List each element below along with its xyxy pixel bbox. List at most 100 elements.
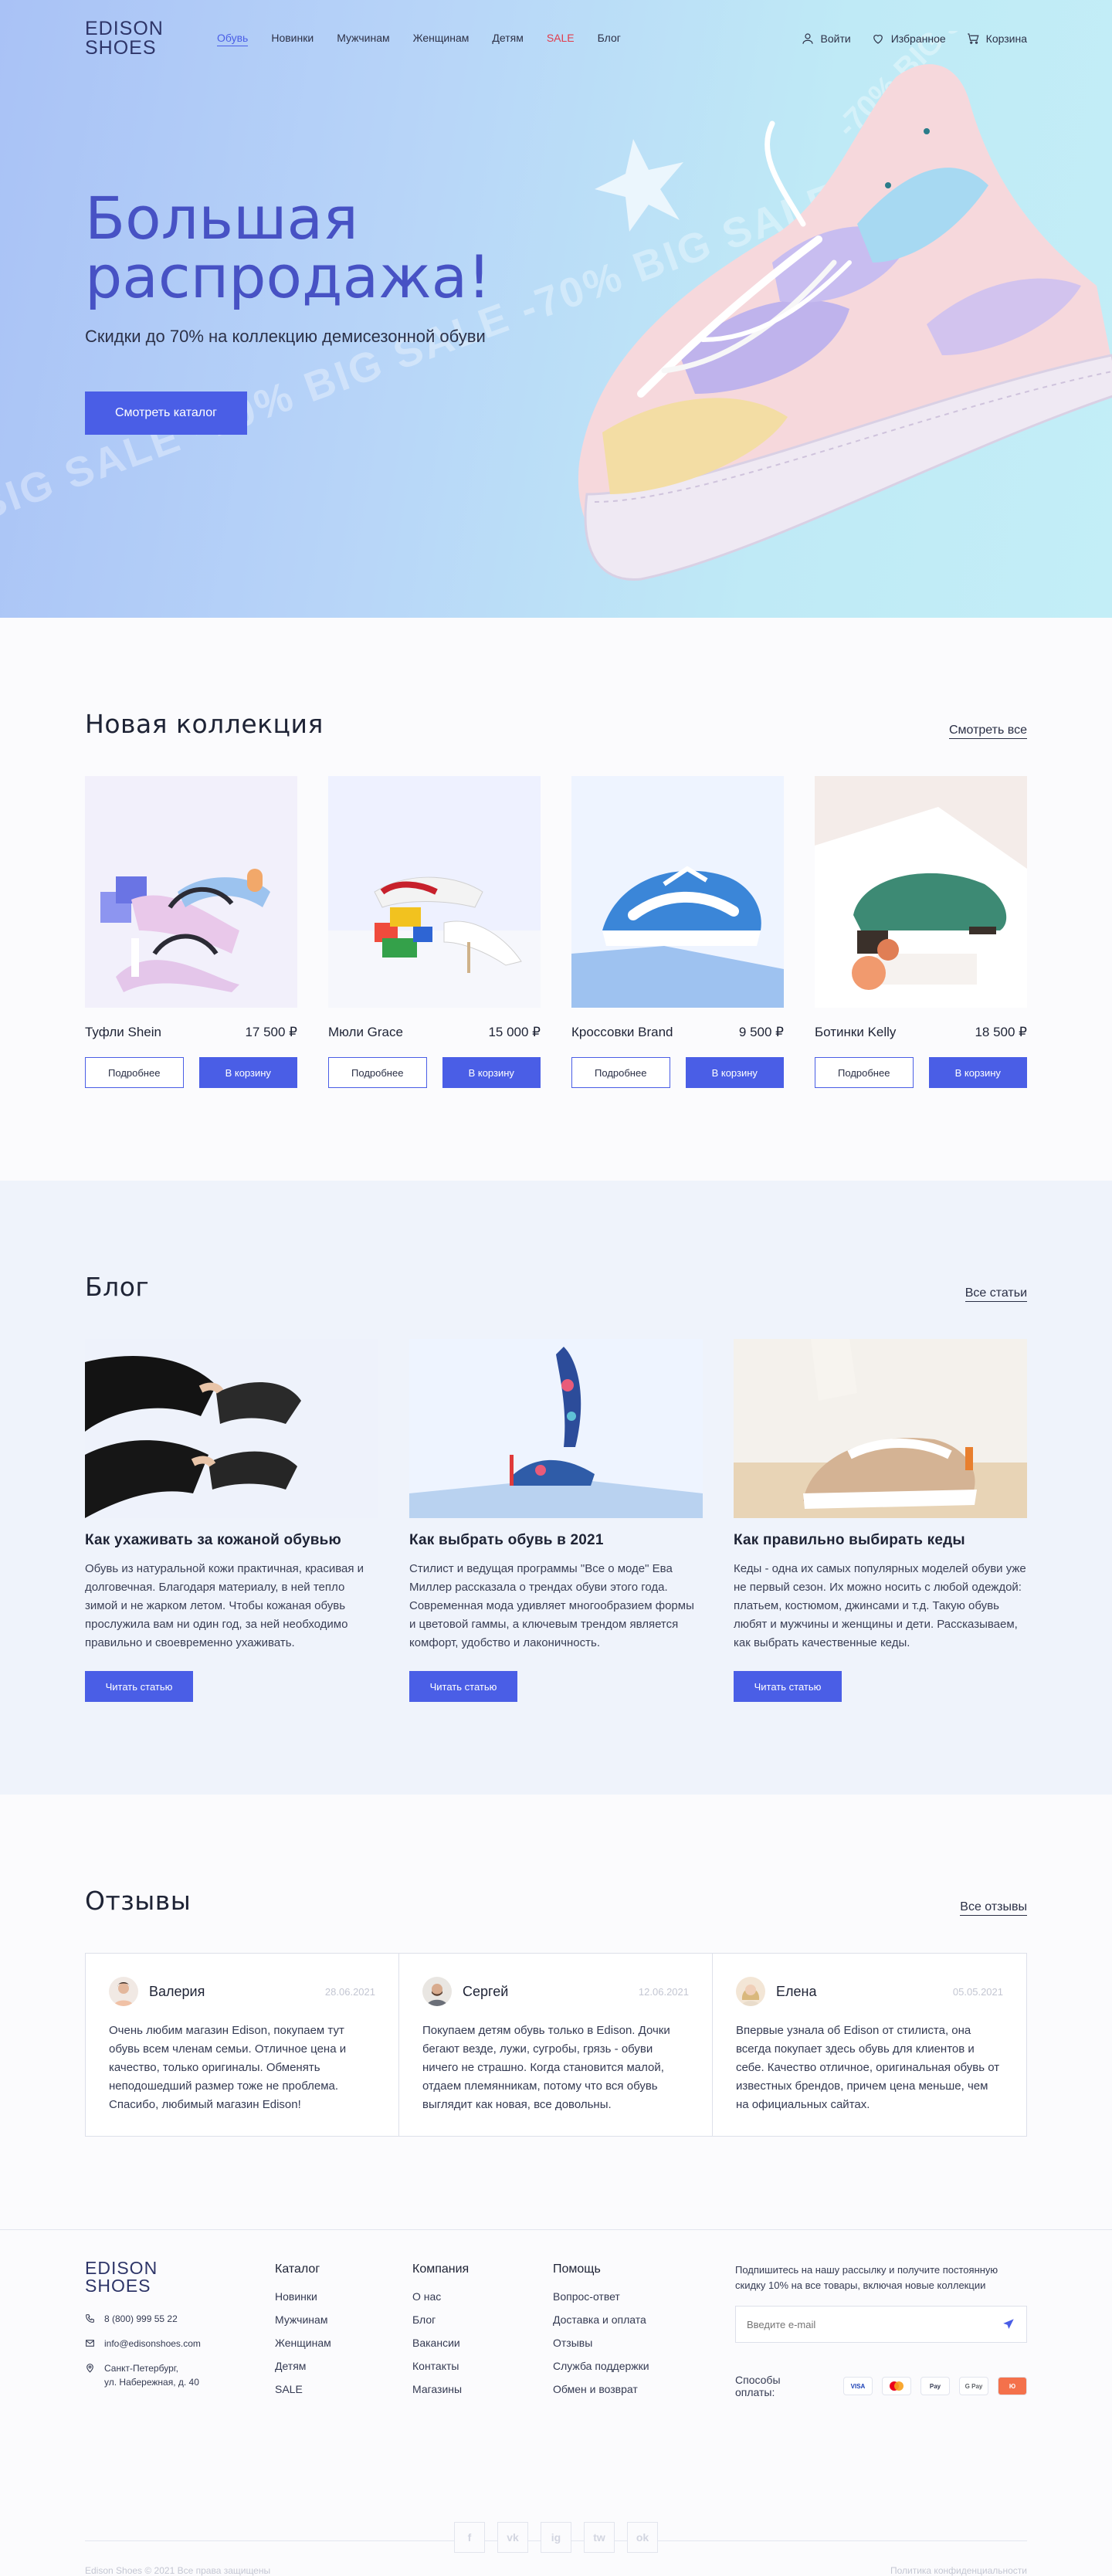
cart-label: Корзина <box>985 32 1027 45</box>
payment-methods: Способы оплаты: VISA Pay G Pay Ю <box>735 2374 1027 2398</box>
login-link[interactable]: Войти <box>801 32 851 46</box>
product-card: Мюли Grace 15 000 ₽ Подробнее В корзину <box>328 776 541 1088</box>
product-price: 9 500 ₽ <box>738 1025 784 1039</box>
details-button[interactable]: Подробнее <box>815 1057 914 1088</box>
product-image[interactable] <box>571 776 784 1008</box>
reviewer-name: Валерия <box>149 1983 205 1999</box>
details-button[interactable]: Подробнее <box>571 1057 670 1088</box>
add-to-cart-button[interactable]: В корзину <box>928 1057 1027 1088</box>
view-all-link[interactable]: Смотреть все <box>948 724 1027 739</box>
footer-link[interactable]: Мужчинам <box>275 2313 412 2326</box>
product-image[interactable] <box>815 776 1027 1008</box>
newsletter-email-input[interactable] <box>747 2318 1002 2330</box>
footer-column-catalog: Каталог Новинки Мужчинам Женщинам Детям … <box>275 2259 412 2406</box>
footer-link[interactable]: Вакансии <box>412 2337 553 2349</box>
footer-link[interactable]: Контакты <box>412 2360 553 2372</box>
nav-item-women[interactable]: Женщинам <box>413 32 470 46</box>
footer-link[interactable]: Обмен и возврат <box>553 2383 735 2395</box>
instagram-icon[interactable]: ig <box>541 2522 571 2553</box>
blog-post-excerpt: Кеды - одна их самых популярных моделей … <box>734 1562 1026 1649</box>
footer-link[interactable]: Блог <box>412 2313 553 2326</box>
nav-item-blog[interactable]: Блог <box>598 32 621 46</box>
cart-link[interactable]: Корзина <box>966 32 1027 46</box>
footer-bottom: f vk ig tw ok Edison Shoes © 2021 Все пр… <box>85 2522 1027 2576</box>
nav-item-shoes[interactable]: Обувь <box>217 32 249 46</box>
nav-item-sale[interactable]: SALE <box>547 32 575 46</box>
product-image[interactable] <box>328 776 541 1008</box>
footer-link[interactable]: Отзывы <box>553 2337 735 2349</box>
view-catalog-button[interactable]: Смотреть каталог <box>85 391 247 435</box>
review-card: Елена 05.05.2021 Впервые узнала об Ediso… <box>713 1954 1026 2136</box>
blog-post-title[interactable]: Как правильно выбирать кеды <box>734 1532 1027 1549</box>
privacy-policy-link[interactable]: Политика конфиденциальности <box>890 2565 1027 2576</box>
hero-section: BIG SALE -70% BIG SALE -70% BIG SALE EDI… <box>0 0 1112 618</box>
footer-link[interactable]: Новинки <box>275 2290 412 2303</box>
odnoklassniki-icon[interactable]: ok <box>627 2522 658 2553</box>
nav-item-men[interactable]: Мужчинам <box>337 32 389 46</box>
blog-post-title[interactable]: Как ухаживать за кожаной обувью <box>85 1532 378 1549</box>
add-to-cart-button[interactable]: В корзину <box>442 1057 541 1088</box>
footer-email-text: info@edisonshoes.com <box>104 2338 201 2349</box>
footer-link[interactable]: Женщинам <box>275 2337 412 2349</box>
logo-line-2: SHOES <box>85 37 157 59</box>
product-image[interactable] <box>85 776 297 1008</box>
apple-pay-icon: Pay <box>920 2377 950 2395</box>
details-button[interactable]: Подробнее <box>85 1057 184 1088</box>
product-card: Туфли Shein 17 500 ₽ Подробнее В корзину <box>85 776 297 1088</box>
nav-item-kids[interactable]: Детям <box>492 32 523 46</box>
blog-post-title[interactable]: Как выбрать обувь в 2021 <box>409 1532 703 1549</box>
add-to-cart-button[interactable]: В корзину <box>198 1057 297 1088</box>
product-name: Мюли Grace <box>328 1025 403 1039</box>
footer-link[interactable]: SALE <box>275 2383 412 2395</box>
reviewer-name: Сергей <box>463 1983 509 1999</box>
product-card: Кроссовки Brand 9 500 ₽ Подробнее В корз… <box>571 776 784 1088</box>
hero-title: Большая распродажа! <box>85 184 491 311</box>
footer-logo[interactable]: EDISON SHOES <box>85 2259 167 2295</box>
nav-item-new[interactable]: Новинки <box>271 32 314 46</box>
footer-phone[interactable]: 8 (800) 999 55 22 <box>85 2312 275 2326</box>
footer-link[interactable]: Детям <box>275 2360 412 2372</box>
favorites-link[interactable]: Избранное <box>871 32 946 46</box>
phone-icon <box>86 2314 94 2323</box>
product-list: Туфли Shein 17 500 ₽ Подробнее В корзину <box>85 776 1027 1088</box>
footer-link[interactable]: О нас <box>412 2290 553 2303</box>
details-button[interactable]: Подробнее <box>328 1057 427 1088</box>
review-date: 05.05.2021 <box>952 1985 1003 1998</box>
footer-link[interactable]: Служба поддержки <box>553 2360 735 2372</box>
all-reviews-link[interactable]: Все отзывы <box>960 1900 1027 1916</box>
header-actions: Войти Избранное Корзина <box>801 32 1027 46</box>
footer-column-title: Помощь <box>553 2262 601 2276</box>
footer-link[interactable]: Доставка и оплата <box>553 2313 735 2326</box>
social-links: f vk ig tw ok <box>85 2522 1027 2553</box>
blog-post-image[interactable] <box>409 1339 703 1518</box>
reviews-section: Отзывы Все отзывы Валерия 28.06.2021 Оче… <box>85 1795 1027 2137</box>
twitter-icon[interactable]: tw <box>584 2522 615 2553</box>
footer-link[interactable]: Магазины <box>412 2383 553 2395</box>
read-article-button[interactable]: Читать статью <box>85 1671 193 1702</box>
newsletter-block: Подпишитесь на нашу рассылку и получите … <box>735 2259 1027 2406</box>
avatar <box>736 1977 765 2006</box>
footer-column-title: Компания <box>412 2262 470 2276</box>
blog-post-image[interactable] <box>734 1339 1027 1518</box>
blog-post-image[interactable] <box>85 1339 378 1518</box>
footer-link[interactable]: Вопрос-ответ <box>553 2290 735 2303</box>
footer-email[interactable]: info@edisonshoes.com <box>85 2337 275 2351</box>
send-icon[interactable] <box>1002 2317 1015 2331</box>
read-article-button[interactable]: Читать статью <box>734 1671 842 1702</box>
footer-column-title: Каталог <box>275 2262 320 2276</box>
logo[interactable]: EDISON SHOES <box>85 19 167 58</box>
blog-post-excerpt: Обувь из натуральной кожи практичная, кр… <box>85 1562 364 1649</box>
facebook-icon[interactable]: f <box>454 2522 485 2553</box>
hero-subtitle: Скидки до 70% на коллекцию демисезонной … <box>85 327 486 346</box>
all-articles-link[interactable]: Все статьи <box>965 1286 1027 1302</box>
footer-address-line-1: Санкт-Петербург, <box>104 2363 178 2374</box>
add-to-cart-button[interactable]: В корзину <box>685 1057 784 1088</box>
vk-icon[interactable]: vk <box>497 2522 528 2553</box>
read-article-button[interactable]: Читать статью <box>409 1671 517 1702</box>
blog-section: Блог Все статьи Как ухаживать за кожаной… <box>0 1181 1112 1795</box>
blog-posts: Как ухаживать за кожаной обувью Обувь из… <box>85 1339 1027 1702</box>
reviews-title: Отзывы <box>85 1886 192 1916</box>
main-nav: Обувь Новинки Мужчинам Женщинам Детям SA… <box>217 32 621 46</box>
blog-post: Как правильно выбирать кеды Кеды - одна … <box>734 1339 1027 1702</box>
reviewer-name: Елена <box>776 1983 817 1999</box>
